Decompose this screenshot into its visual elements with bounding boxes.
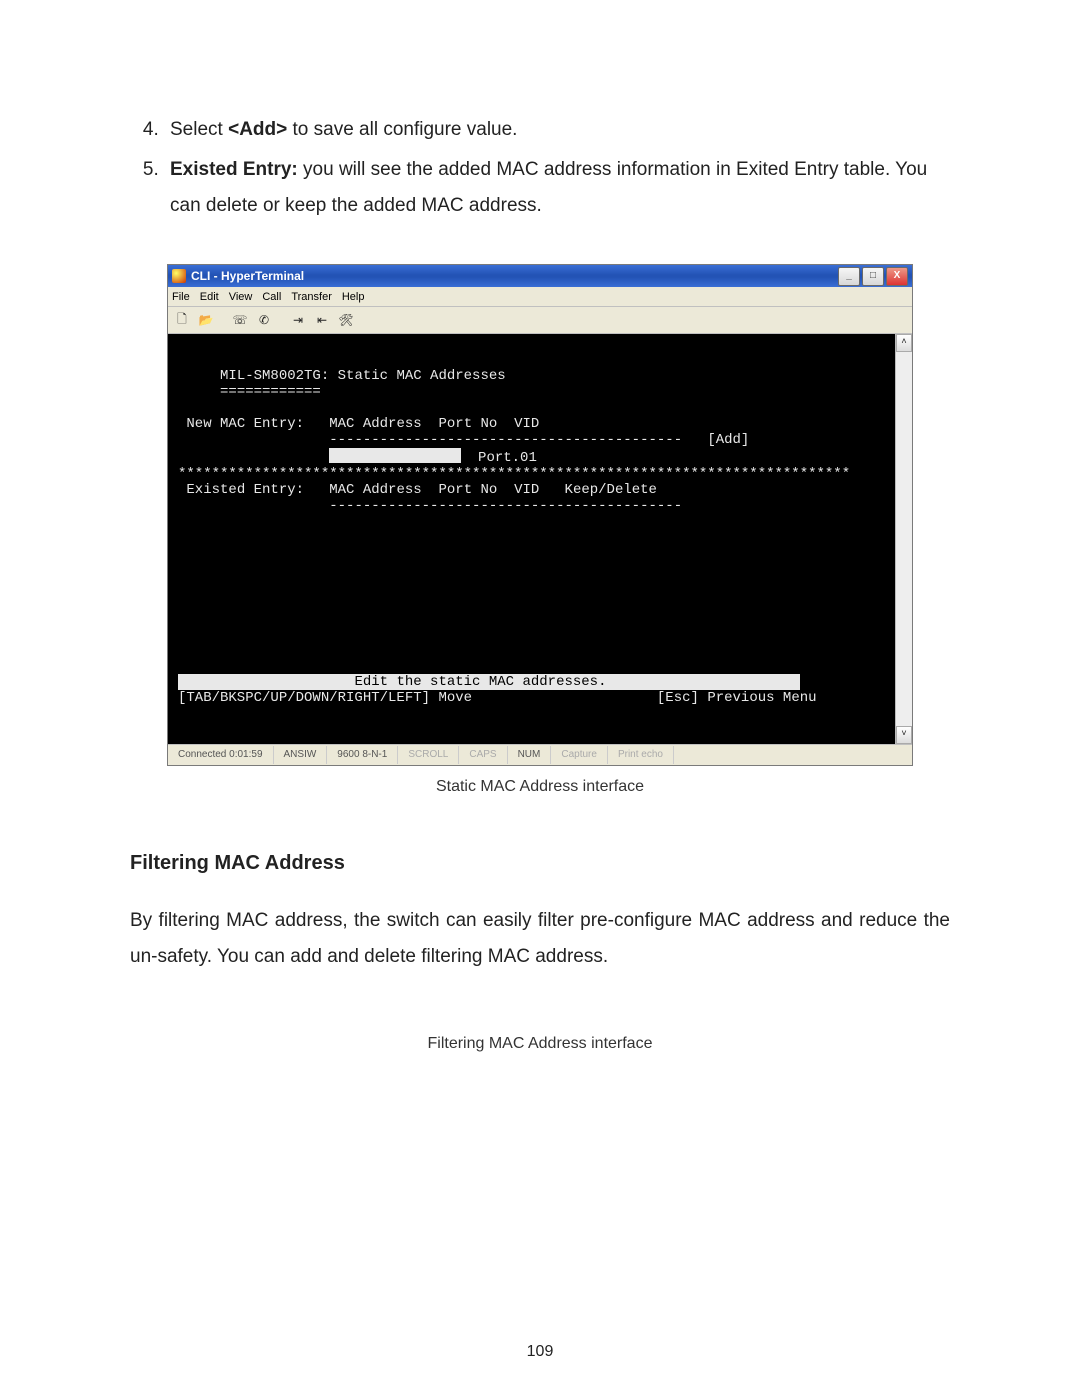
footer-heading: Edit the static MAC addresses. <box>354 674 606 690</box>
status-caps: CAPS <box>459 746 507 764</box>
new-mac-label: New MAC Entry: <box>186 416 304 432</box>
menu-transfer[interactable]: Transfer <box>291 291 332 303</box>
maximize-button[interactable]: □ <box>862 267 884 286</box>
scroll-down-icon[interactable]: ˅ <box>896 726 912 744</box>
dashes-1: ----------------------------------------… <box>329 432 682 448</box>
menu-help[interactable]: Help <box>342 291 365 303</box>
window-title: CLI - HyperTerminal <box>191 269 836 283</box>
receive-icon[interactable]: ⇤ <box>312 310 332 330</box>
open-folder-icon[interactable]: 📂 <box>196 310 216 330</box>
status-port: 9600 8-N-1 <box>327 746 398 764</box>
status-scroll: SCROLL <box>398 746 459 764</box>
col-port-2: Port No <box>438 482 497 498</box>
figure-caption-2: Filtering MAC Address interface <box>130 1035 950 1053</box>
instr4-prefix: Select <box>170 119 228 140</box>
term-separator: ****************************************… <box>178 466 850 482</box>
col-mac-2: MAC Address <box>329 482 421 498</box>
status-printecho: Print echo <box>608 746 674 764</box>
connect-icon[interactable]: ☏ <box>230 310 250 330</box>
send-icon[interactable]: ⇥ <box>288 310 308 330</box>
app-icon <box>172 269 186 283</box>
menu-file[interactable]: File <box>172 291 190 303</box>
instruction-5: Existed Entry: you will see the added MA… <box>164 152 950 224</box>
footer-title-wrap: Edit the static MAC addresses. <box>178 674 800 690</box>
minimize-button[interactable]: _ <box>838 267 860 286</box>
toolbar: 🗋 📂 ☏ ✆ ⇥ ⇤ 🛠 <box>168 307 912 334</box>
col-vid: VID <box>514 416 539 432</box>
instr4-code: <Add> <box>228 119 287 140</box>
statusbar: Connected 0:01:59 ANSIW 9600 8-N-1 SCROL… <box>168 744 912 765</box>
status-num: NUM <box>508 746 552 764</box>
existed-entry-label: Existed Entry: <box>186 482 304 498</box>
instr5-label: Existed Entry: <box>170 159 298 180</box>
section-body-filtering: By filtering MAC address, the switch can… <box>130 903 950 975</box>
instr4-suffix: to save all configure value. <box>287 119 517 140</box>
menu-call[interactable]: Call <box>262 291 281 303</box>
close-button[interactable]: X <box>886 267 908 286</box>
hyperterminal-window: CLI - HyperTerminal _ □ X File Edit View… <box>167 264 913 766</box>
scroll-track[interactable] <box>896 352 912 726</box>
disconnect-icon[interactable]: ✆ <box>254 310 274 330</box>
col-keep-delete: Keep/Delete <box>565 482 657 498</box>
terminal-area: MIL-SM8002TG: Static MAC Addresses =====… <box>168 334 912 744</box>
menubar: File Edit View Call Transfer Help <box>168 287 912 307</box>
mac-address-input[interactable] <box>329 448 461 463</box>
status-connected: Connected 0:01:59 <box>168 746 274 764</box>
terminal-output[interactable]: MIL-SM8002TG: Static MAC Addresses =====… <box>168 334 895 744</box>
dashes-2: ----------------------------------------… <box>329 498 682 514</box>
status-capture: Capture <box>551 746 608 764</box>
footer-esc-hint: [Esc] Previous Menu <box>657 690 817 706</box>
menu-edit[interactable]: Edit <box>200 291 219 303</box>
titlebar[interactable]: CLI - HyperTerminal _ □ X <box>168 265 912 287</box>
col-port: Port No <box>438 416 497 432</box>
instruction-4: Select <Add> to save all configure value… <box>164 112 950 148</box>
vertical-scrollbar[interactable]: ˄ ˅ <box>895 334 912 744</box>
status-emulation: ANSIW <box>274 746 328 764</box>
new-file-icon[interactable]: 🗋 <box>172 310 192 330</box>
term-title-underline: ============ <box>220 384 321 400</box>
term-title: MIL-SM8002TG: Static MAC Addresses <box>220 368 506 384</box>
figure-caption-1: Static MAC Address interface <box>130 778 950 796</box>
menu-view[interactable]: View <box>229 291 253 303</box>
page-number: 109 <box>0 1343 1080 1361</box>
col-vid-2: VID <box>514 482 539 498</box>
add-button[interactable]: [Add] <box>707 432 749 448</box>
footer-nav-hint: [TAB/BKSPC/UP/DOWN/RIGHT/LEFT] Move <box>178 690 472 706</box>
port-value[interactable]: Port.01 <box>478 450 537 466</box>
scroll-up-icon[interactable]: ˄ <box>896 334 912 352</box>
section-heading-filtering: Filtering MAC Address <box>130 852 950 875</box>
col-mac: MAC Address <box>329 416 421 432</box>
properties-icon[interactable]: 🛠 <box>336 310 356 330</box>
